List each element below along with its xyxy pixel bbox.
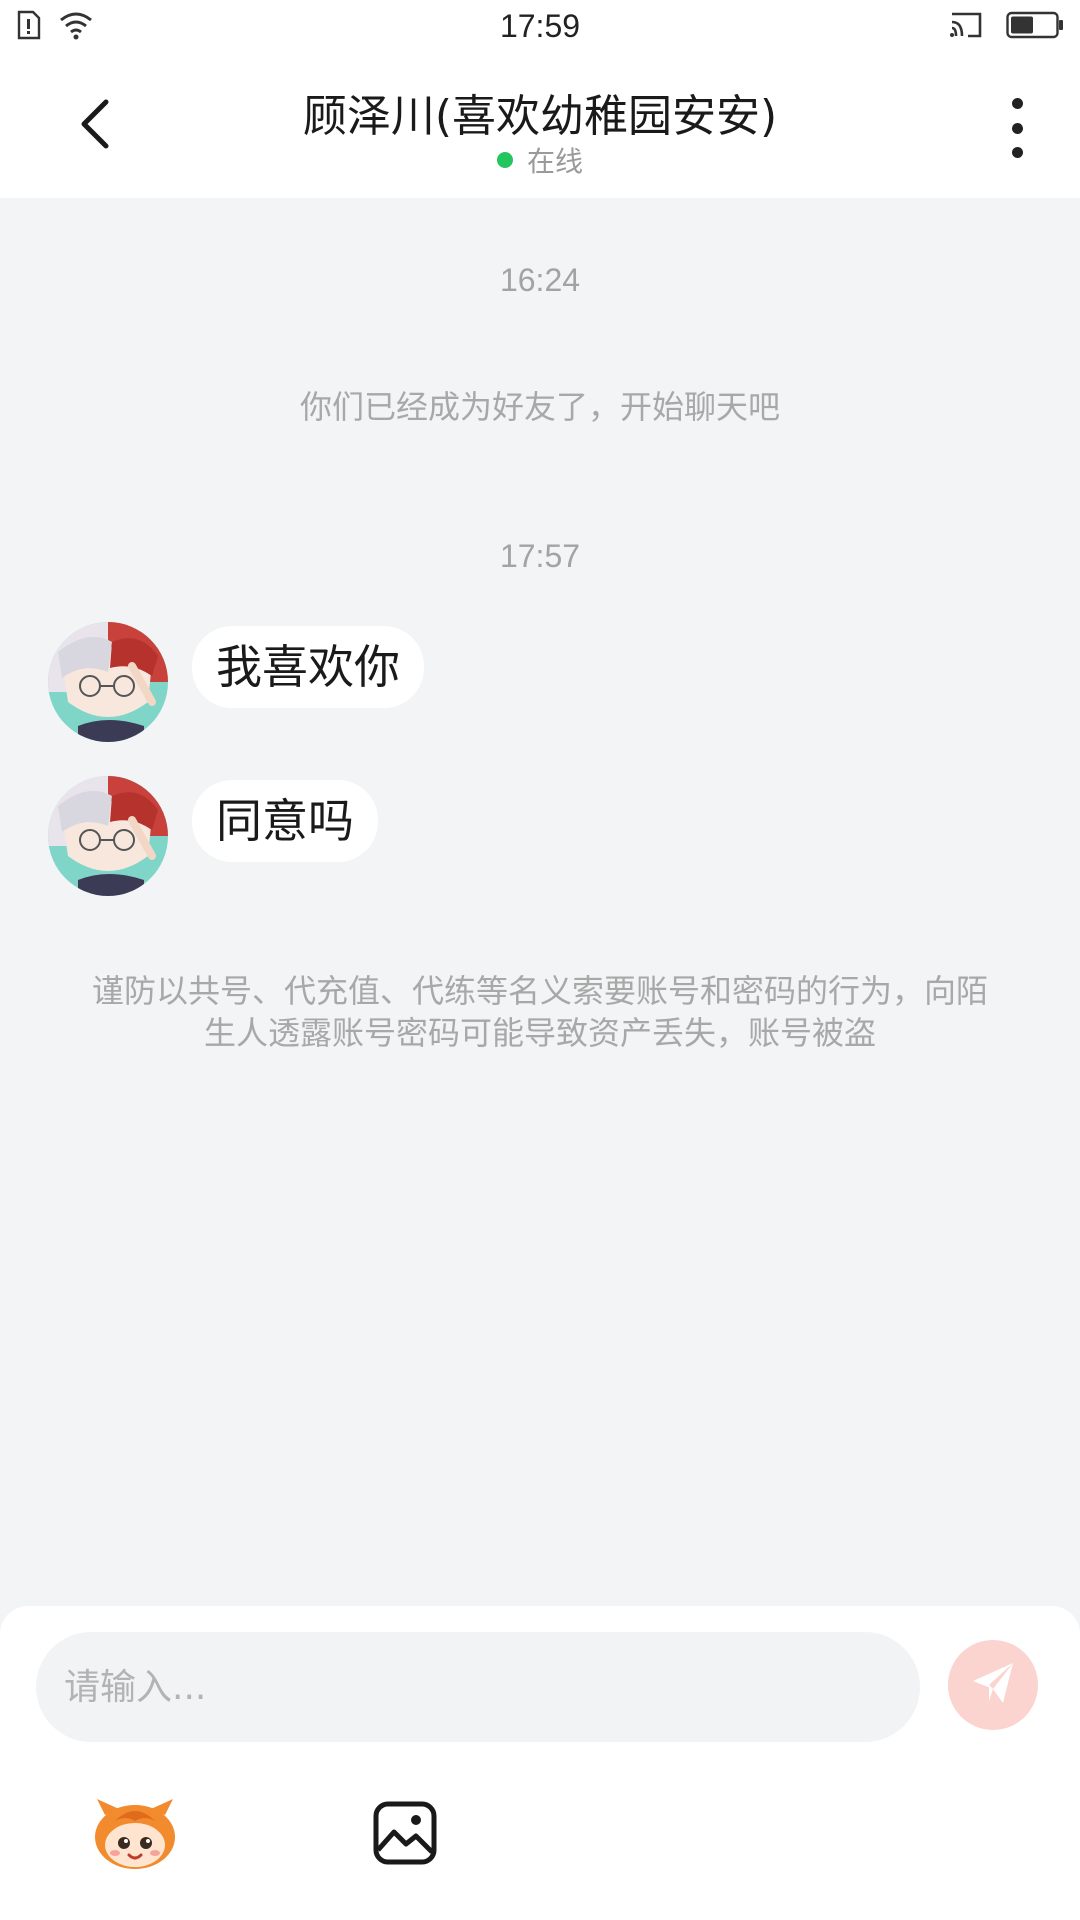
message-bubble[interactable]: 我喜欢你 bbox=[192, 626, 424, 708]
message-bubble[interactable]: 同意吗 bbox=[192, 780, 378, 862]
status-right-icons bbox=[948, 10, 1064, 44]
emoji-button[interactable] bbox=[90, 1790, 180, 1880]
send-button[interactable] bbox=[948, 1640, 1038, 1730]
online-dot bbox=[496, 152, 513, 168]
chat-area[interactable]: 16:24 你们已经成为好友了，开始聊天吧 17:57 我喜欢你 同意吗 谨防以… bbox=[0, 198, 1080, 1606]
timestamp: 17:57 bbox=[499, 538, 581, 574]
contact-avatar[interactable] bbox=[48, 622, 168, 742]
message-input[interactable] bbox=[36, 1632, 920, 1742]
image-button[interactable] bbox=[360, 1790, 450, 1880]
more-options-button[interactable] bbox=[1002, 98, 1032, 158]
contact-avatar[interactable] bbox=[48, 776, 168, 896]
battery-icon bbox=[1006, 11, 1064, 43]
message-row: 同意吗 bbox=[48, 776, 378, 896]
send-icon bbox=[969, 1659, 1017, 1711]
online-status-label: 在线 bbox=[526, 145, 583, 178]
more-vertical-icon bbox=[1011, 98, 1023, 109]
status-time: 17:59 bbox=[499, 8, 581, 44]
message-row: 我喜欢你 bbox=[48, 622, 424, 742]
cast-icon bbox=[948, 10, 984, 44]
message-composer bbox=[0, 1606, 1080, 1920]
timestamp: 16:24 bbox=[499, 262, 581, 298]
emoji-mascot-icon bbox=[91, 1795, 179, 1875]
security-warning: 谨防以共号、代充值、代练等名义索要账号和密码的行为，向陌生人透露账号密码可能导致… bbox=[91, 972, 988, 1052]
more-vertical-icon-dot bbox=[1011, 147, 1023, 158]
image-gallery-icon bbox=[372, 1800, 438, 1870]
system-message: 你们已经成为好友了，开始聊天吧 bbox=[299, 388, 780, 426]
chat-header: 顾泽川(喜欢幼稚园安安) 在线 bbox=[0, 58, 1080, 198]
more-vertical-icon-dot bbox=[1011, 122, 1023, 134]
contact-name: 顾泽川(喜欢幼稚园安安) bbox=[302, 91, 778, 142]
online-status: 在线 bbox=[0, 140, 1080, 180]
status-bar: 17:59 bbox=[0, 0, 1080, 58]
